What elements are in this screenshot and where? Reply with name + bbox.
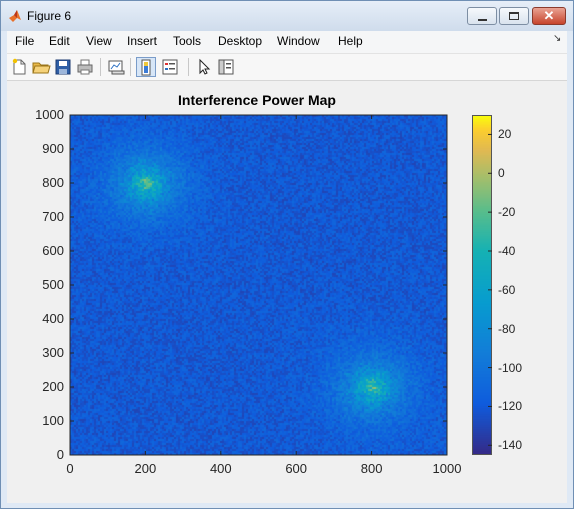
y-tick-label: 600 (42, 243, 64, 258)
colorbar-tick-label: -120 (498, 399, 523, 414)
colorbar-tick-label: -80 (498, 321, 516, 336)
y-tick-label: 800 (42, 175, 64, 190)
y-tick-label: 1000 (35, 107, 64, 122)
menu-bar: File Edit View Insert Tools Desktop Wind… (7, 31, 567, 54)
legend-icon[interactable] (160, 57, 180, 77)
minimize-icon (478, 19, 487, 21)
colorbar-tick-label: -140 (498, 438, 523, 453)
menu-desktop[interactable]: Desktop (218, 34, 262, 48)
x-tick-label: 600 (285, 461, 308, 476)
x-tick-label: 0 (66, 461, 74, 476)
colorbar-tick-label: -20 (498, 205, 516, 220)
x-tick-label: 1000 (432, 461, 462, 476)
toolbar-separator (130, 58, 131, 76)
colorbar-tick-label: 20 (498, 127, 512, 142)
property-editor-icon[interactable] (216, 57, 236, 77)
save-icon[interactable] (53, 57, 73, 77)
window-title: Figure 6 (27, 9, 72, 23)
colorbar-tick-label: -100 (498, 360, 523, 375)
menu-edit[interactable]: Edit (49, 34, 70, 48)
y-tick-label: 100 (42, 413, 64, 428)
colorbar-tick-label: -60 (498, 282, 516, 297)
close-button[interactable]: ✕ (532, 7, 566, 25)
y-tick-label: 700 (42, 209, 64, 224)
new-figure-icon[interactable] (9, 57, 29, 77)
colorbar-icon[interactable] (136, 57, 156, 77)
matlab-icon (9, 10, 21, 22)
colorbar-tick-label: 0 (498, 166, 505, 181)
x-tick-label: 200 (134, 461, 157, 476)
y-tick-label: 400 (42, 311, 64, 326)
link-plot-icon[interactable] (106, 57, 126, 77)
colorbar-tick-label: -40 (498, 244, 516, 258)
y-tick-label: 900 (42, 141, 64, 156)
maximize-button[interactable] (499, 7, 529, 25)
pointer-icon[interactable] (194, 57, 214, 77)
y-tick-label: 0 (56, 447, 64, 462)
print-icon[interactable] (75, 57, 95, 77)
menu-view[interactable]: View (86, 34, 112, 48)
maximize-icon (509, 12, 519, 20)
axes-frame (69, 114, 492, 456)
y-tick-label: 200 (42, 379, 64, 394)
menu-file[interactable]: File (15, 34, 34, 48)
figure-canvas[interactable]: Interference Power Map 0 200 400 600 800 1000… (7, 81, 567, 503)
figure-window: Figure 6 ✕ File Edit View Insert Tools D… (0, 0, 574, 509)
title-bar[interactable]: Figure 6 ✕ (1, 1, 573, 31)
x-tick-label: 400 (209, 461, 232, 476)
menu-insert[interactable]: Insert (127, 34, 157, 48)
toolbar-separator (100, 58, 101, 76)
minimize-button[interactable] (467, 7, 497, 25)
open-file-icon[interactable] (31, 57, 51, 77)
menu-tools[interactable]: Tools (173, 34, 201, 48)
figure-client: File Edit View Insert Tools Desktop Wind… (7, 31, 567, 503)
y-tick-label: 300 (42, 345, 64, 360)
axes-box (69, 114, 448, 456)
dock-arrow-icon[interactable]: ↘ (553, 33, 561, 44)
close-icon: ✕ (543, 8, 555, 23)
menu-help[interactable]: Help (338, 34, 363, 48)
figure-toolbar (7, 54, 567, 81)
x-tick-label: 800 (360, 461, 383, 476)
y-tick-label: 500 (42, 277, 64, 292)
toolbar-separator (188, 58, 189, 76)
menu-window[interactable]: Window (277, 34, 320, 48)
